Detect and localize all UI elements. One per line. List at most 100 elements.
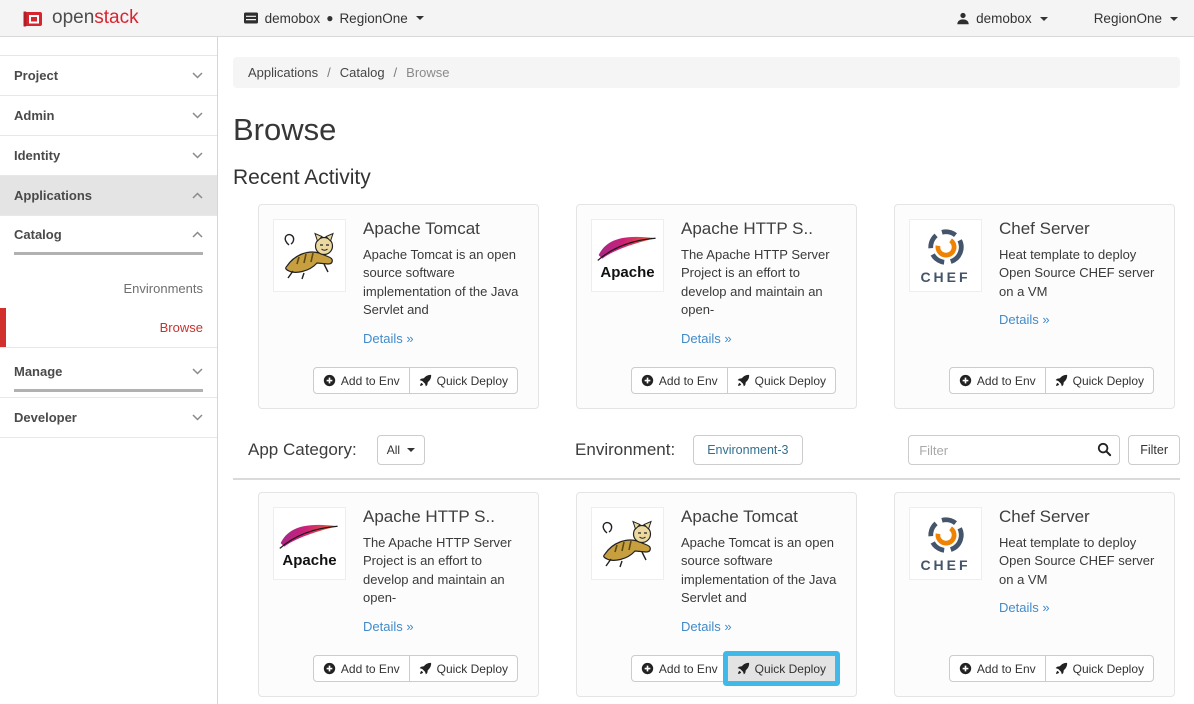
topbar-right: demobox RegionOne (956, 0, 1178, 37)
app-category-value: All (387, 443, 400, 457)
add-to-env-button[interactable]: Add to Env (313, 655, 410, 682)
quick-deploy-button[interactable]: Quick Deploy (409, 655, 518, 682)
sidebar-group-label: Developer (14, 410, 77, 425)
rocket-icon (737, 374, 750, 387)
sidebar-top-strip (0, 37, 217, 56)
apache-logo-text: Apache (600, 265, 654, 280)
sidebar-item-label: Environments (124, 281, 203, 296)
apache-logo-text: Apache (282, 553, 336, 568)
plus-circle-icon (323, 374, 336, 387)
rocket-icon (1055, 662, 1068, 675)
plus-circle-icon (641, 662, 654, 675)
sidebar-item-label: Admin (14, 108, 54, 123)
sidebar-item-applications[interactable]: Applications (0, 176, 217, 216)
project-region-switcher[interactable]: demobox ● RegionOne (243, 10, 424, 26)
chef-logo-text: CHEF (920, 270, 970, 284)
filter-button[interactable]: Filter (1128, 435, 1180, 465)
app-title: Chef Server (999, 219, 1163, 239)
app-description: Heat template to deploy Open Source CHEF… (999, 534, 1163, 589)
breadcrumb: Applications / Catalog / Browse (233, 57, 1180, 88)
quick-deploy-button[interactable]: Quick Deploy (1045, 367, 1154, 394)
app-card-tomcat: Apache Tomcat Apache Tomcat is an open s… (258, 204, 539, 409)
openstack-cube-icon (22, 7, 44, 29)
context-region-name: RegionOne (339, 11, 407, 26)
app-title: Apache Tomcat (363, 219, 527, 239)
button-label: Quick Deploy (1073, 662, 1144, 676)
region-menu[interactable]: RegionOne (1094, 11, 1178, 26)
app-description: Apache Tomcat is an open source software… (363, 246, 527, 320)
add-to-env-button[interactable]: Add to Env (313, 367, 410, 394)
sidebar-group-developer[interactable]: Developer (0, 398, 217, 438)
rocket-icon (419, 374, 432, 387)
card-actions: Add to Env Quick Deploy (313, 367, 518, 394)
button-label: Add to Env (341, 374, 400, 388)
user-menu-label: demobox (976, 11, 1032, 26)
region-menu-label: RegionOne (1094, 11, 1162, 26)
section-divider (233, 478, 1180, 480)
add-to-env-button[interactable]: Add to Env (631, 367, 728, 394)
details-link[interactable]: Details » (999, 600, 1050, 615)
add-to-env-button[interactable]: Add to Env (949, 367, 1046, 394)
details-link[interactable]: Details » (999, 312, 1050, 327)
sidebar-item-browse[interactable]: Browse (0, 308, 217, 348)
sidebar-item-environments[interactable]: Environments (0, 268, 217, 308)
caret-down-icon (407, 448, 415, 452)
app-title: Apache HTTP S.. (363, 507, 527, 527)
apache-logo: Apache (273, 507, 346, 580)
chef-logo: CHEF (909, 219, 982, 292)
button-label: Add to Env (977, 374, 1036, 388)
details-link[interactable]: Details » (363, 331, 414, 346)
context-project-name: demobox (265, 11, 321, 26)
chevron-down-icon (192, 72, 203, 79)
details-link[interactable]: Details » (681, 331, 732, 346)
sidebar-item-label: Project (14, 68, 58, 83)
quick-deploy-button[interactable]: Quick Deploy (1045, 655, 1154, 682)
app-description: Apache Tomcat is an open source software… (681, 534, 845, 608)
quick-deploy-button[interactable]: Quick Deploy (409, 367, 518, 394)
sidebar-item-admin[interactable]: Admin (0, 96, 217, 136)
sidebar-item-label: Identity (14, 148, 60, 163)
breadcrumb-catalog[interactable]: Catalog (340, 65, 385, 80)
button-label: Add to Env (977, 662, 1036, 676)
sidebar-item-project[interactable]: Project (0, 56, 217, 96)
environment-button[interactable]: Environment-3 (693, 435, 802, 465)
card-actions: Add to Env Quick Deploy (949, 367, 1154, 394)
chevron-up-icon (192, 231, 203, 238)
active-item-indicator (0, 308, 6, 347)
rocket-icon (419, 662, 432, 675)
button-label: Add to Env (341, 662, 400, 676)
page-title: Browse (233, 112, 1180, 148)
sidebar-item-identity[interactable]: Identity (0, 136, 217, 176)
main-content: Applications / Catalog / Browse Browse R… (218, 37, 1194, 704)
openstack-logo[interactable]: openstack (22, 7, 139, 29)
app-description: The Apache HTTP Server Project is an eff… (681, 246, 845, 320)
details-link[interactable]: Details » (681, 619, 732, 634)
quick-deploy-button-highlighted[interactable]: Quick Deploy (727, 655, 836, 682)
app-description: The Apache HTTP Server Project is an eff… (363, 534, 527, 608)
plus-circle-icon (323, 662, 336, 675)
app-title: Apache HTTP S.. (681, 219, 845, 239)
sidebar-group-catalog[interactable]: Catalog (0, 216, 217, 252)
quick-deploy-button[interactable]: Quick Deploy (727, 367, 836, 394)
user-menu[interactable]: demobox (956, 11, 1048, 26)
sidebar-item-label: Applications (14, 188, 92, 203)
breadcrumb-applications[interactable]: Applications (248, 65, 318, 80)
chevron-up-icon (192, 192, 203, 199)
filter-input[interactable] (908, 435, 1120, 465)
add-to-env-button[interactable]: Add to Env (631, 655, 728, 682)
button-label: Add to Env (659, 662, 718, 676)
add-to-env-button[interactable]: Add to Env (949, 655, 1046, 682)
app-description: Heat template to deploy Open Source CHEF… (999, 246, 1163, 301)
app-category-dropdown[interactable]: All (377, 435, 425, 465)
button-label: Quick Deploy (755, 662, 826, 676)
details-link[interactable]: Details » (363, 619, 414, 634)
catalog-cards: Apache Apache HTTP S.. The Apache HTTP S… (258, 492, 1180, 697)
topbar: openstack demobox ● RegionOne demobox Re… (0, 0, 1194, 37)
app-title: Chef Server (999, 507, 1163, 527)
chevron-down-icon (192, 152, 203, 159)
button-label: Quick Deploy (437, 374, 508, 388)
sidebar-group-manage[interactable]: Manage (0, 353, 217, 389)
breadcrumb-separator: / (394, 65, 398, 80)
card-actions: Add to Env Quick Deploy (631, 367, 836, 394)
sidebar-group-label: Manage (14, 364, 62, 379)
